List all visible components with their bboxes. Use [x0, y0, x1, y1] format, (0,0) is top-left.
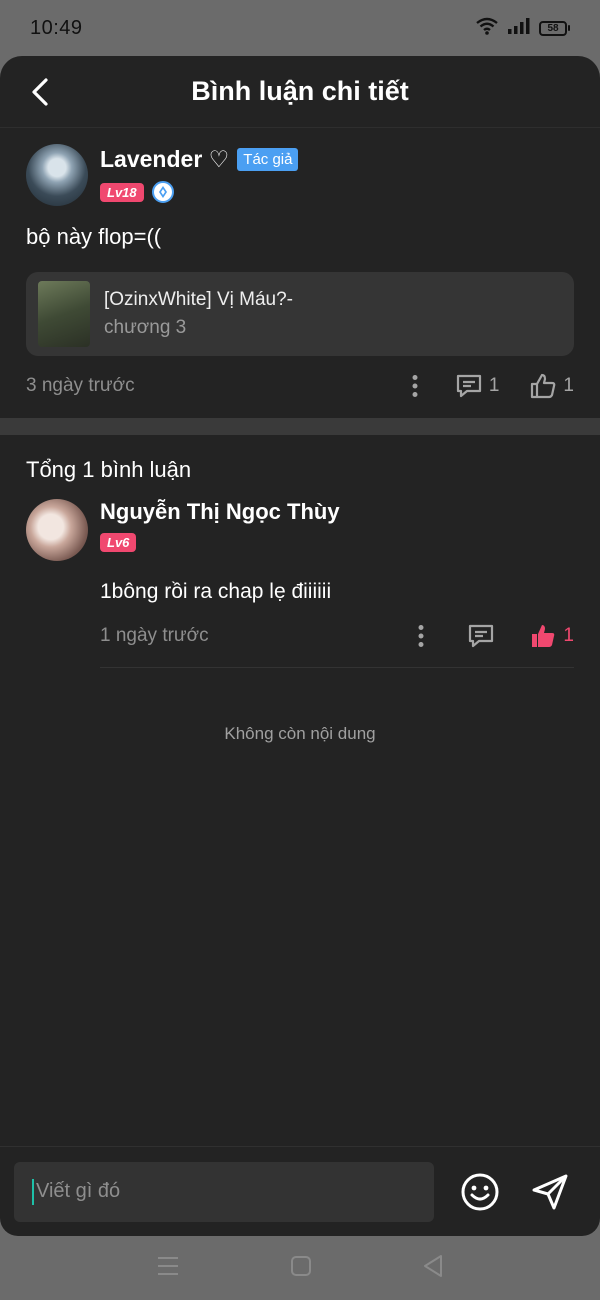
level-badge: Lv18	[100, 182, 144, 202]
chevron-left-icon	[32, 78, 48, 106]
like-count: 1	[563, 375, 574, 396]
list-item: Nguyễn Thị Ngọc Thùy Lv6 1bông rồi ra ch…	[26, 499, 574, 668]
more-options-button[interactable]	[411, 624, 431, 648]
status-time: 10:49	[30, 16, 83, 39]
menu-nav-button[interactable]	[156, 1255, 180, 1282]
header: Bình luận chi tiết	[0, 56, 600, 128]
menu-icon	[158, 1256, 178, 1275]
commenter-name[interactable]: Nguyễn Thị Ngọc Thùy	[100, 499, 574, 525]
timestamp: 3 ngày trước	[26, 375, 135, 396]
author-name[interactable]: Lavender ♡	[100, 146, 229, 173]
more-options-button[interactable]	[405, 374, 425, 398]
emoji-button[interactable]	[456, 1168, 504, 1216]
section-divider	[0, 418, 600, 435]
more-vertical-icon	[418, 624, 424, 647]
post-footer: 3 ngày trước 1 1	[26, 356, 574, 416]
status-icons: 58	[475, 17, 570, 40]
wifi-icon	[475, 17, 499, 40]
comment-text: bộ này flop=((	[26, 224, 162, 249]
status-bar: 10:49 58	[0, 0, 600, 56]
signal-icon	[507, 17, 531, 40]
comment-footer: 1 ngày trước 1	[100, 604, 574, 668]
input-placeholder: Viết gì đó	[36, 1180, 121, 1202]
verified-icon	[151, 181, 174, 203]
comment-input-bar: Viết gì đó	[0, 1146, 600, 1236]
send-button[interactable]	[526, 1168, 574, 1216]
avatar[interactable]	[26, 144, 88, 206]
more-vertical-icon	[412, 375, 418, 397]
end-of-content-note: Không còn nội dung	[224, 724, 376, 743]
back-button[interactable]	[20, 72, 60, 112]
home-square-icon	[291, 1255, 311, 1276]
story-thumbnail	[38, 281, 90, 347]
text-cursor	[32, 1178, 34, 1205]
story-chapter: chương 3	[104, 317, 187, 338]
author-info: Lavender ♡ Tác giả Lv18	[100, 144, 299, 203]
back-nav-button[interactable]	[422, 1254, 444, 1283]
level-badge: Lv6	[100, 533, 137, 552]
home-nav-button[interactable]	[290, 1255, 312, 1282]
story-title: [OzinxWhite] Vị Máu?-	[104, 289, 293, 310]
like-count: 1	[563, 624, 574, 646]
thumbs-up-filled-icon	[532, 624, 555, 647]
author-badge: Tác giả	[237, 148, 299, 171]
like-button[interactable]: 1	[529, 622, 574, 650]
comment-detail-sheet: Bình luận chi tiết Lavender ♡ Tác giả Lv…	[0, 56, 600, 1236]
comments-total: Tổng 1 bình luận	[26, 457, 192, 482]
emoji-icon	[461, 1173, 499, 1210]
author-row: Lavender ♡ Tác giả Lv18	[26, 144, 574, 206]
comments-section: Tổng 1 bình luận Nguyễn Thị Ngọc Thùy Lv…	[0, 435, 600, 744]
thumbs-up-icon	[531, 373, 556, 399]
battery-icon: 58	[539, 20, 570, 36]
comment-icon	[469, 624, 494, 647]
send-icon	[532, 1174, 568, 1209]
timestamp: 1 ngày trước	[100, 624, 209, 646]
page-title: Bình luận chi tiết	[191, 76, 409, 106]
battery-level: 58	[539, 20, 567, 36]
comment-icon	[456, 374, 481, 398]
reply-button[interactable]	[467, 622, 495, 650]
system-nav-bar	[0, 1236, 600, 1300]
story-card[interactable]: [OzinxWhite] Vị Máu?- chương 3	[26, 272, 574, 356]
reply-count: 1	[488, 375, 500, 396]
comment-input[interactable]: Viết gì đó	[14, 1161, 434, 1222]
avatar[interactable]	[26, 499, 88, 561]
back-triangle-icon	[424, 1254, 442, 1277]
reply-button[interactable]: 1	[455, 372, 500, 400]
comment-text: 1bông rồi ra chap lẹ điiiiii	[100, 580, 332, 603]
like-button[interactable]: 1	[529, 372, 574, 400]
main-comment: Lavender ♡ Tác giả Lv18 bộ này flop=(( […	[0, 128, 600, 416]
